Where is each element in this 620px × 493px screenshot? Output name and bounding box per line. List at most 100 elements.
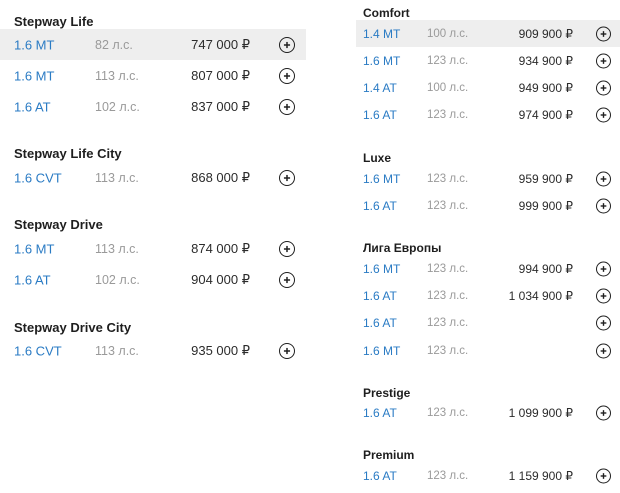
- trim-row[interactable]: 1.6 AT 102 л.с. 904 000 ₽: [0, 264, 306, 295]
- trim-row[interactable]: 1.6 MT 123 л.с. 934 900 ₽: [356, 47, 620, 74]
- power-value: 113 л.с.: [95, 68, 139, 83]
- power-value: 123 л.с.: [427, 406, 469, 419]
- trim-row[interactable]: 1.6 MT 123 л.с.: [356, 337, 620, 364]
- price-value: 935 000 ₽: [191, 342, 250, 358]
- price-value: 904 000 ₽: [191, 271, 250, 287]
- engine-link[interactable]: 1.6 MT: [363, 262, 400, 276]
- plus-circle-icon[interactable]: [596, 26, 611, 41]
- price-value: 974 900 ₽: [518, 107, 573, 122]
- trim-row[interactable]: 1.6 AT 123 л.с. 974 900 ₽: [356, 101, 620, 128]
- engine-link[interactable]: 1.4 AT: [363, 81, 397, 95]
- trim-group-title: Comfort: [363, 6, 410, 20]
- engine-link[interactable]: 1.6 AT: [363, 316, 397, 330]
- plus-circle-icon[interactable]: [596, 405, 611, 420]
- plus-circle-icon[interactable]: [279, 271, 295, 288]
- plus-circle-icon[interactable]: [596, 198, 611, 213]
- plus-circle-icon[interactable]: [596, 468, 611, 483]
- price-value: 1 034 900 ₽: [508, 288, 573, 303]
- power-value: 123 л.с.: [427, 54, 469, 67]
- power-value: 102 л.с.: [95, 272, 140, 287]
- trim-row[interactable]: 1.4 MT 100 л.с. 909 900 ₽: [356, 20, 620, 47]
- plus-circle-icon[interactable]: [279, 36, 295, 53]
- power-value: 123 л.с.: [427, 172, 469, 185]
- engine-link[interactable]: 1.6 MT: [363, 172, 400, 186]
- power-value: 123 л.с.: [427, 262, 469, 275]
- price-value: 1 099 900 ₽: [508, 405, 573, 420]
- trim-group-title: Premium: [363, 448, 415, 462]
- price-value: 874 000 ₽: [191, 240, 250, 256]
- price-value: 999 900 ₽: [518, 198, 573, 213]
- plus-circle-icon[interactable]: [596, 288, 611, 303]
- power-value: 100 л.с.: [427, 81, 469, 94]
- price-value: 959 900 ₽: [518, 171, 573, 186]
- power-value: 123 л.с.: [427, 108, 469, 121]
- engine-link[interactable]: 1.6 AT: [363, 469, 397, 483]
- trim-row[interactable]: 1.6 MT 123 л.с. 994 900 ₽: [356, 255, 620, 282]
- power-value: 113 л.с.: [95, 170, 139, 185]
- trim-row[interactable]: 1.6 MT 113 л.с. 807 000 ₽: [0, 60, 306, 91]
- power-value: 102 л.с.: [95, 99, 140, 114]
- trim-row[interactable]: 1.6 AT 123 л.с.: [356, 309, 620, 336]
- plus-circle-icon[interactable]: [279, 342, 295, 359]
- trim-row[interactable]: 1.6 AT 123 л.с. 1 034 900 ₽: [356, 282, 620, 309]
- plus-circle-icon[interactable]: [596, 343, 611, 358]
- power-value: 123 л.с.: [427, 344, 469, 357]
- power-value: 113 л.с.: [95, 241, 139, 256]
- engine-link[interactable]: 1.6 AT: [363, 199, 397, 213]
- engine-link[interactable]: 1.6 MT: [363, 344, 400, 358]
- trim-group-title: Stepway Life: [14, 14, 94, 29]
- plus-circle-icon[interactable]: [279, 169, 295, 186]
- plus-circle-icon[interactable]: [279, 240, 295, 257]
- power-value: 123 л.с.: [427, 469, 469, 482]
- plus-circle-icon[interactable]: [596, 80, 611, 95]
- trim-row[interactable]: 1.6 MT 82 л.с. 747 000 ₽: [0, 29, 306, 60]
- price-value: 837 000 ₽: [191, 98, 250, 114]
- power-value: 113 л.с.: [95, 343, 139, 358]
- plus-circle-icon[interactable]: [596, 53, 611, 68]
- engine-link[interactable]: 1.4 MT: [363, 27, 400, 41]
- engine-link[interactable]: 1.6 MT: [14, 241, 54, 256]
- trim-row[interactable]: 1.6 AT 123 л.с. 1 159 900 ₽: [356, 462, 620, 489]
- plus-circle-icon[interactable]: [596, 315, 611, 330]
- engine-link[interactable]: 1.6 AT: [363, 108, 397, 122]
- trim-row[interactable]: 1.6 CVT 113 л.с. 935 000 ₽: [0, 335, 306, 366]
- engine-link[interactable]: 1.6 AT: [14, 99, 51, 114]
- plus-circle-icon[interactable]: [279, 98, 295, 115]
- engine-link[interactable]: 1.6 AT: [363, 289, 397, 303]
- power-value: 123 л.с.: [427, 199, 469, 212]
- trim-group-title: Лига Европы: [363, 241, 442, 255]
- price-value: 807 000 ₽: [191, 67, 250, 83]
- price-value: 868 000 ₽: [191, 169, 250, 185]
- trim-group-title: Stepway Drive: [14, 217, 103, 232]
- trim-row[interactable]: 1.6 AT 123 л.с. 999 900 ₽: [356, 192, 620, 219]
- plus-circle-icon[interactable]: [596, 261, 611, 276]
- trim-row[interactable]: 1.6 AT 123 л.с. 1 099 900 ₽: [356, 399, 620, 426]
- engine-link[interactable]: 1.6 AT: [363, 406, 397, 420]
- engine-link[interactable]: 1.6 AT: [14, 272, 51, 287]
- trim-row[interactable]: 1.4 AT 100 л.с. 949 900 ₽: [356, 74, 620, 101]
- engine-link[interactable]: 1.6 MT: [14, 68, 54, 83]
- power-value: 123 л.с.: [427, 316, 469, 329]
- trim-row[interactable]: 1.6 MT 123 л.с. 959 900 ₽: [356, 165, 620, 192]
- plus-circle-icon[interactable]: [596, 171, 611, 186]
- price-value: 934 900 ₽: [518, 53, 573, 68]
- trim-row[interactable]: 1.6 MT 113 л.с. 874 000 ₽: [0, 233, 306, 264]
- power-value: 123 л.с.: [427, 289, 469, 302]
- price-value: 994 900 ₽: [518, 261, 573, 276]
- trim-group-title: Stepway Life City: [14, 146, 122, 161]
- price-value: 747 000 ₽: [191, 36, 250, 52]
- plus-circle-icon[interactable]: [279, 67, 295, 84]
- engine-link[interactable]: 1.6 CVT: [14, 343, 62, 358]
- trim-row[interactable]: 1.6 AT 102 л.с. 837 000 ₽: [0, 91, 306, 122]
- price-value: 909 900 ₽: [518, 26, 573, 41]
- trim-group-title: Stepway Drive City: [14, 320, 132, 335]
- engine-link[interactable]: 1.6 CVT: [14, 170, 62, 185]
- trim-row[interactable]: 1.6 CVT 113 л.с. 868 000 ₽: [0, 162, 306, 193]
- engine-link[interactable]: 1.6 MT: [363, 54, 400, 68]
- price-value: 1 159 900 ₽: [508, 468, 573, 483]
- engine-link[interactable]: 1.6 MT: [14, 37, 54, 52]
- trim-group-title: Prestige: [363, 386, 411, 400]
- plus-circle-icon[interactable]: [596, 107, 611, 122]
- price-value: 949 900 ₽: [518, 80, 573, 95]
- power-value: 82 л.с.: [95, 37, 133, 52]
